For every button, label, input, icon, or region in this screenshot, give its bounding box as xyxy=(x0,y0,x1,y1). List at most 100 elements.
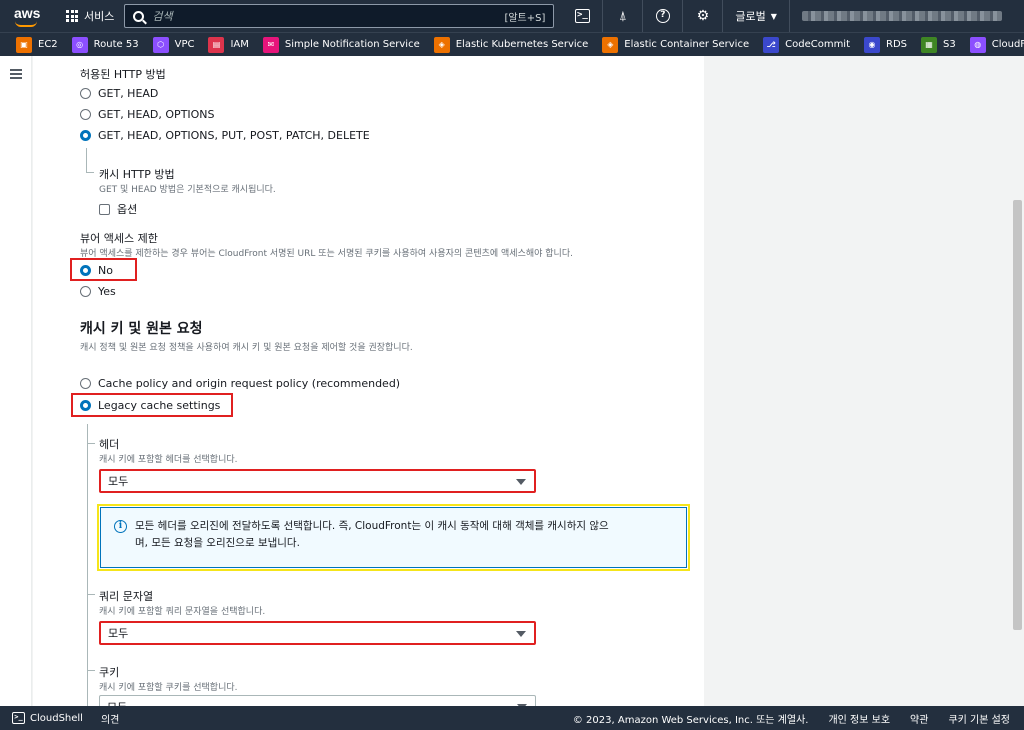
iam-icon: ▤ xyxy=(208,36,225,53)
scrollbar-thumb[interactable] xyxy=(1013,200,1022,630)
cache-key-description: 캐시 정책 및 원본 요청 정책을 사용하여 캐시 키 및 원본 요청을 제어할… xyxy=(80,343,413,353)
tree-connector xyxy=(87,594,95,595)
aws-logo[interactable]: aws xyxy=(12,2,52,30)
cache-http-title: 캐시 HTTP 방법 xyxy=(99,168,175,181)
tree-connector xyxy=(87,424,88,706)
caret-down-icon: ▼ xyxy=(770,11,777,21)
cloudshell-icon: >_ xyxy=(12,712,25,724)
info-text-line-1: 모든 헤더를 오리진에 전달하도록 선택합니다. 즉, CloudFront는 … xyxy=(135,520,609,532)
radio-label: GET, HEAD, OPTIONS, PUT, POST, PATCH, DE… xyxy=(98,129,370,142)
highlight-box-legacy-settings xyxy=(71,393,233,417)
favorite-sns[interactable]: ✉ Simple Notification Service xyxy=(262,36,420,53)
query-strings-title: 쿼리 문자열 xyxy=(99,590,154,603)
dropdown-arrow-icon xyxy=(516,479,526,485)
highlight-box-viewer-no xyxy=(70,258,137,281)
radio-button[interactable] xyxy=(80,286,91,297)
query-strings-description: 캐시 키에 포함할 쿼리 문자열을 선택합니다. xyxy=(99,607,266,617)
vpc-icon: ⬡ xyxy=(152,36,169,53)
side-navigation-rail xyxy=(0,56,32,706)
http-method-option-2[interactable]: GET, HEAD, OPTIONS xyxy=(80,108,215,121)
cache-key-option-policy[interactable]: Cache policy and origin request policy (… xyxy=(80,377,400,390)
radio-button[interactable] xyxy=(80,88,91,99)
footer-bar: >_ CloudShell 의견 © 2023, Amazon Web Serv… xyxy=(0,706,1024,730)
favorite-vpc[interactable]: ⬡ VPC xyxy=(152,36,195,53)
tree-connector xyxy=(86,148,87,172)
favorite-cloudfront[interactable]: ◍ CloudFront xyxy=(969,36,1024,53)
favorite-s3[interactable]: ▦ S3 xyxy=(921,36,956,53)
favorite-iam[interactable]: ▤ IAM xyxy=(208,36,249,53)
radio-button[interactable] xyxy=(80,378,91,389)
http-method-option-3[interactable]: GET, HEAD, OPTIONS, PUT, POST, PATCH, DE… xyxy=(80,129,370,142)
settings-button[interactable]: ⚙ xyxy=(682,0,722,32)
headers-info-alert: i 모든 헤더를 오리진에 전달하도록 선택합니다. 즉, CloudFront… xyxy=(100,507,687,568)
help-button[interactable]: ? xyxy=(642,0,682,32)
rds-icon: ◉ xyxy=(864,36,881,53)
radio-label: Cache policy and origin request policy (… xyxy=(98,377,401,390)
services-menu-button[interactable]: 서비스 xyxy=(66,4,114,28)
options-checkbox[interactable] xyxy=(99,203,110,215)
help-icon: ? xyxy=(655,9,670,23)
radio-label: GET, HEAD xyxy=(98,87,159,100)
radio-label: GET, HEAD, OPTIONS xyxy=(98,108,215,121)
radio-button-selected[interactable] xyxy=(80,130,91,141)
cloudfront-icon: ◍ xyxy=(969,36,986,53)
favorite-route53[interactable]: ◎ Route 53 xyxy=(71,36,139,53)
favorite-rds[interactable]: ◉ RDS xyxy=(864,36,907,53)
feedback-link[interactable]: 의견 xyxy=(101,711,119,726)
favorite-label: Simple Notification Service xyxy=(284,39,420,50)
favorites-bar: ▣ EC2 ◎ Route 53 ⬡ VPC ▤ IAM ✉ Simple Notificatio… xyxy=(0,32,1024,56)
radio-button[interactable] xyxy=(80,109,91,120)
cache-options-checkbox-row[interactable]: 옵션 xyxy=(99,201,137,217)
tree-connector xyxy=(87,443,95,444)
ecs-icon: ◈ xyxy=(602,36,619,53)
cookies-select[interactable]: 모두 xyxy=(99,695,536,706)
favorite-label: Route 53 xyxy=(93,39,139,50)
eks-icon: ◈ xyxy=(433,36,450,53)
query-strings-select[interactable]: 모두 xyxy=(99,621,536,645)
cloudshell-label: CloudShell xyxy=(30,712,83,724)
right-empty-area xyxy=(704,56,1010,706)
headers-select[interactable]: 모두 xyxy=(99,469,536,493)
favorite-label: CodeCommit xyxy=(785,39,851,50)
menu-icon[interactable] xyxy=(10,69,22,79)
info-icon: i xyxy=(114,520,127,533)
favorite-label: CloudFront xyxy=(991,39,1024,50)
region-selector[interactable]: 글로벌 ▼ xyxy=(722,0,789,32)
ec2-icon: ▣ xyxy=(16,36,32,53)
search-input[interactable] xyxy=(152,9,505,23)
favorite-label: VPC xyxy=(174,39,195,50)
favorite-eks[interactable]: ◈ Elastic Kubernetes Service xyxy=(433,36,588,53)
cloudshell-icon: >_ xyxy=(574,9,590,23)
cache-http-description: GET 및 HEAD 방법은 기본적으로 캐시됩니다. xyxy=(99,185,276,195)
cloudshell-footer-button[interactable]: >_ CloudShell xyxy=(12,712,83,724)
favorite-codecommit[interactable]: ⎇ CodeCommit xyxy=(763,36,851,53)
privacy-link[interactable]: 개인 정보 보호 xyxy=(828,711,890,726)
http-method-option-1[interactable]: GET, HEAD xyxy=(80,87,158,100)
favorite-label: S3 xyxy=(943,39,956,50)
cloudshell-button[interactable]: >_ xyxy=(562,0,602,32)
favorite-ec2[interactable]: ▣ EC2 xyxy=(16,36,58,53)
terms-link[interactable]: 약관 xyxy=(910,711,928,726)
viewer-access-option-yes[interactable]: Yes xyxy=(80,285,116,298)
notifications-button[interactable]: ⍋ xyxy=(602,0,642,32)
favorite-label: EC2 xyxy=(38,39,58,50)
form-panel: 허용된 HTTP 방법 GET, HEAD GET, HEAD, OPTIONS… xyxy=(33,56,704,706)
favorite-ecs[interactable]: ◈ Elastic Container Service xyxy=(602,36,750,53)
region-label: 글로벌 xyxy=(735,10,766,23)
search-bar[interactable]: [알트+S] xyxy=(124,4,555,28)
redacted-account-name xyxy=(801,11,1002,21)
cookies-title: 쿠키 xyxy=(99,666,120,679)
route53-icon: ◎ xyxy=(71,36,88,53)
favorite-label: IAM xyxy=(230,39,249,50)
favorite-label: Elastic Container Service xyxy=(624,39,750,50)
account-menu[interactable] xyxy=(788,0,1002,32)
grid-icon xyxy=(66,10,78,22)
bell-icon: ⍋ xyxy=(618,8,627,24)
query-strings-select-value: 모두 xyxy=(108,627,129,640)
search-icon xyxy=(133,10,145,22)
copyright-text: © 2023, Amazon Web Services, Inc. 또는 계열사… xyxy=(572,714,809,726)
cookie-preferences-link[interactable]: 쿠키 기본 설정 xyxy=(948,711,1010,726)
sns-icon: ✉ xyxy=(262,36,279,53)
services-label: 서비스 xyxy=(84,10,115,23)
cookies-description: 캐시 키에 포함할 쿠키를 선택합니다. xyxy=(99,683,238,693)
